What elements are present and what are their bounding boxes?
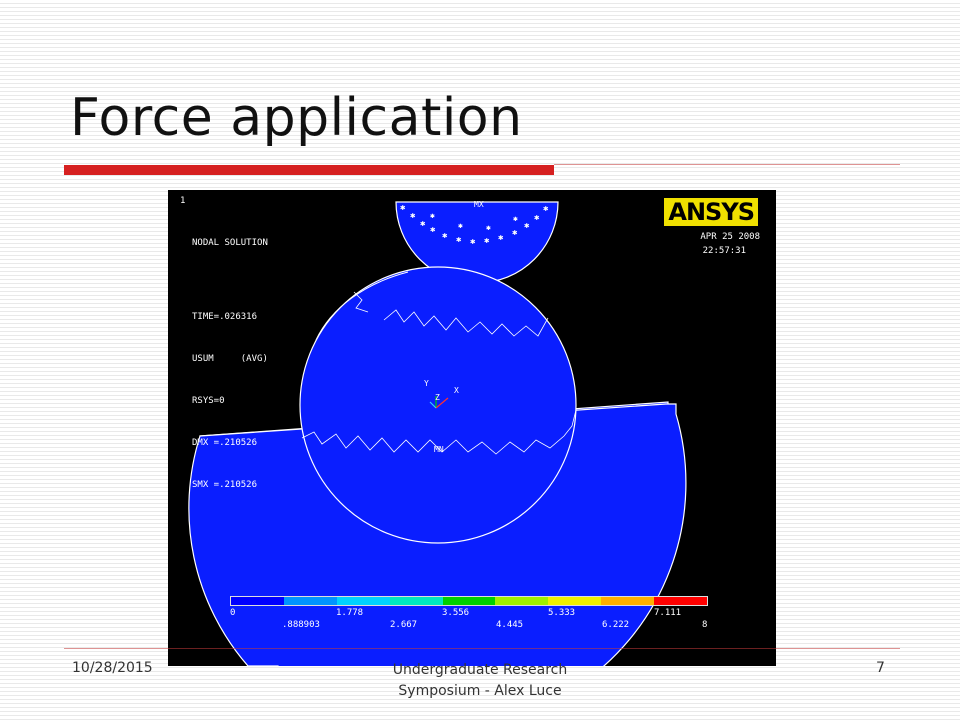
svg-text:*: * [484,238,489,248]
legend-top-labels: 0 1.778 3.556 5.333 7.111 [230,608,706,620]
title-underline-thin [554,164,900,165]
info-line: USUM (AVG) [192,354,268,364]
legend-label: 0 [230,608,236,618]
svg-text:*: * [430,213,435,222]
svg-text:*: * [410,213,415,223]
info-line: NODAL SOLUTION [192,238,268,248]
svg-text:*: * [534,215,539,225]
footer-rule [64,648,900,649]
legend-swatch [442,597,496,605]
legend-label: 5.333 [548,608,576,618]
legend-label: 2.667 [390,620,418,630]
info-line: RSYS=0 [192,396,225,406]
axis-z-label: Z [435,393,440,402]
svg-text:*: * [513,216,518,225]
legend-swatch [389,597,443,605]
info-line: SMX =.210526 [192,480,258,490]
ansys-date: APR 25 2008 [700,232,760,242]
main-sphere [299,266,577,544]
slide-title: Force application [70,88,523,148]
svg-text:*: * [486,225,491,234]
footer-date: 10/28/2015 [72,660,153,676]
legend-swatch [495,597,549,605]
legend-label: 8 [702,620,708,630]
color-legend [230,596,708,606]
legend-label: 1.778 [336,608,364,618]
legend-label: 6.222 [602,620,630,630]
svg-text:*: * [470,239,475,249]
ansys-result-figure: * * * * * * * * * * * * * * * * * 1 NODA… [168,190,776,666]
info-line: TIME=.026316 [192,312,258,322]
footer-center-text: Undergraduate Research Symposium - Alex … [340,660,620,702]
axis-y-label: Y [424,379,429,388]
svg-text:*: * [442,233,447,243]
svg-text:*: * [400,205,405,215]
footer-center-line: Undergraduate Research [392,662,568,678]
legend-swatch [601,597,655,605]
legend-swatch [283,597,337,605]
svg-text:*: * [543,206,548,216]
title-underline-red [64,165,554,175]
legend-label: 7.111 [654,608,682,618]
svg-text:*: * [430,227,435,237]
svg-text:*: * [458,223,463,232]
legend-label: 4.445 [496,620,524,630]
footer-page-number: 7 [876,660,885,676]
ansys-logo: ANSYS [664,198,758,226]
axis-x-label: X [454,386,459,395]
svg-text:*: * [456,237,461,247]
footer-center-line: Symposium - Alex Luce [398,683,562,699]
label-mn: MN [434,445,444,454]
svg-text:*: * [524,223,529,233]
legend-swatch [654,597,708,605]
ansys-time: 22:57:31 [702,246,746,256]
legend-swatch [336,597,390,605]
info-line: DMX =.210526 [192,438,258,448]
legend-swatch [231,597,284,605]
svg-text:*: * [512,230,517,240]
legend-bottom-labels: .888903 2.667 4.445 6.222 8 [230,620,708,632]
svg-text:*: * [420,221,425,231]
svg-text:*: * [498,235,503,245]
window-number: 1 [180,196,186,206]
legend-label: 3.556 [442,608,470,618]
legend-label: .888903 [282,620,320,630]
label-mx: MX [474,200,484,209]
legend-swatch [548,597,602,605]
